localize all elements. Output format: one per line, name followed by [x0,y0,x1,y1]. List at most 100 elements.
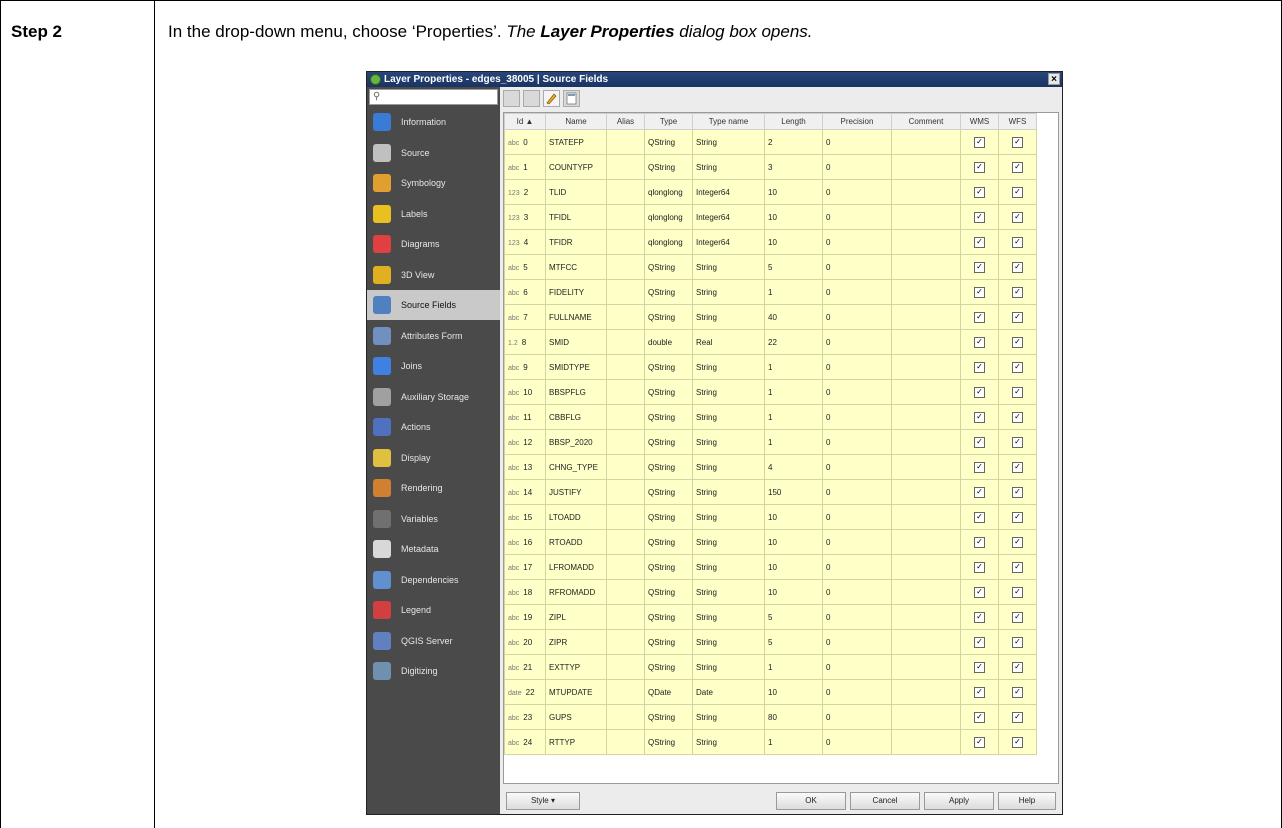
field-length[interactable]: 40 [764,304,823,330]
field-comment[interactable] [891,504,961,530]
field-type-name[interactable]: String [692,154,765,180]
sidebar-item-symbology[interactable]: Symbology [367,168,500,198]
field-precision[interactable]: 0 [822,229,892,255]
field-name[interactable]: CBBFLG [545,404,607,430]
field-name[interactable]: JUSTIFY [545,479,607,505]
field-alias[interactable] [606,654,645,680]
column-header[interactable]: WMS [960,113,999,130]
wms-checkbox[interactable]: ✓ [974,736,985,748]
field-type[interactable]: QString [644,404,693,430]
field-type-name[interactable]: String [692,704,765,730]
field-alias[interactable] [606,154,645,180]
field-type-name[interactable]: String [692,379,765,405]
field-alias[interactable] [606,354,645,380]
ok-button[interactable]: OK [776,792,846,810]
field-alias[interactable] [606,229,645,255]
wms-checkbox[interactable]: ✓ [974,636,985,648]
field-alias[interactable] [606,679,645,705]
dialog-titlebar[interactable]: Layer Properties - edges_38005 | Source … [367,72,1062,87]
field-alias[interactable] [606,629,645,655]
column-header[interactable]: Name [545,113,607,130]
field-precision[interactable]: 0 [822,404,892,430]
field-type-name[interactable]: Real [692,329,765,355]
wms-checkbox[interactable]: ✓ [974,461,985,473]
wfs-checkbox[interactable]: ✓ [1012,361,1023,373]
field-length[interactable]: 10 [764,554,823,580]
field-name[interactable]: GUPS [545,704,607,730]
table-row[interactable]: abc 23 GUPS QString String 80 0 ✓ ✓ [504,704,1037,730]
field-alias[interactable] [606,579,645,605]
table-row[interactable]: abc 18 RFROMADD QString String 10 0 ✓ ✓ [504,579,1037,605]
field-type[interactable]: QString [644,429,693,455]
wms-checkbox[interactable]: ✓ [974,286,985,298]
close-button[interactable]: × [1048,73,1060,85]
wms-checkbox[interactable]: ✓ [974,486,985,498]
field-alias[interactable] [606,254,645,280]
field-type[interactable]: QString [644,604,693,630]
sidebar-item-metadata[interactable]: Metadata [367,534,500,564]
field-alias[interactable] [606,329,645,355]
field-type[interactable]: double [644,329,693,355]
field-precision[interactable]: 0 [822,554,892,580]
table-row[interactable]: abc 0 STATEFP QString String 2 0 ✓ ✓ [504,129,1037,155]
column-header[interactable]: Comment [891,113,961,130]
field-type-name[interactable]: String [692,254,765,280]
field-type-name[interactable]: String [692,554,765,580]
wfs-checkbox[interactable]: ✓ [1012,711,1023,723]
field-precision[interactable]: 0 [822,304,892,330]
field-name[interactable]: BBSPFLG [545,379,607,405]
wms-checkbox[interactable]: ✓ [974,586,985,598]
field-type[interactable]: QString [644,504,693,530]
field-alias[interactable] [606,404,645,430]
sidebar-item-digitizing[interactable]: Digitizing [367,656,500,686]
field-type[interactable]: QString [644,729,693,755]
apply-button[interactable]: Apply [924,792,994,810]
field-type[interactable]: QString [644,304,693,330]
table-row[interactable]: 123 4 TFIDR qlonglong Integer64 10 0 ✓ ✓ [504,229,1037,255]
help-button[interactable]: Help [998,792,1056,810]
field-alias[interactable] [606,479,645,505]
field-type[interactable]: QString [644,354,693,380]
sidebar-item-legend[interactable]: Legend [367,595,500,625]
field-precision[interactable]: 0 [822,204,892,230]
field-name[interactable]: RFROMADD [545,579,607,605]
field-precision[interactable]: 0 [822,329,892,355]
field-precision[interactable]: 0 [822,154,892,180]
sidebar-item-source-fields[interactable]: Source Fields [367,290,500,320]
wfs-checkbox[interactable]: ✓ [1012,586,1023,598]
field-length[interactable]: 4 [764,454,823,480]
wms-checkbox[interactable]: ✓ [974,686,985,698]
field-name[interactable]: MTUPDATE [545,679,607,705]
field-type-name[interactable]: String [692,654,765,680]
sidebar-item-diagrams[interactable]: Diagrams [367,229,500,259]
field-comment[interactable] [891,629,961,655]
wfs-checkbox[interactable]: ✓ [1012,236,1023,248]
wfs-checkbox[interactable]: ✓ [1012,336,1023,348]
wfs-checkbox[interactable]: ✓ [1012,511,1023,523]
table-row[interactable]: abc 11 CBBFLG QString String 1 0 ✓ ✓ [504,404,1037,430]
field-type-name[interactable]: String [692,604,765,630]
field-comment[interactable] [891,604,961,630]
field-name[interactable]: FULLNAME [545,304,607,330]
wms-checkbox[interactable]: ✓ [974,536,985,548]
field-type-name[interactable]: String [692,304,765,330]
fields-table-container[interactable]: Id ▲ Name Alias Type Type name Length Precisio… [503,112,1059,784]
field-type[interactable]: QString [644,479,693,505]
wms-checkbox[interactable]: ✓ [974,436,985,448]
sidebar-item-information[interactable]: Information [367,107,500,137]
sidebar-item-display[interactable]: Display [367,443,500,473]
field-length[interactable]: 150 [764,479,823,505]
wms-checkbox[interactable]: ✓ [974,161,985,173]
wms-checkbox[interactable]: ✓ [974,386,985,398]
field-type[interactable]: QString [644,279,693,305]
field-name[interactable]: STATEFP [545,129,607,155]
column-header[interactable]: Id ▲ [504,113,546,130]
field-type-name[interactable]: String [692,504,765,530]
field-type[interactable]: qlonglong [644,204,693,230]
column-header[interactable]: Length [764,113,823,130]
field-precision[interactable]: 0 [822,279,892,305]
field-length[interactable]: 1 [764,354,823,380]
field-length[interactable]: 22 [764,329,823,355]
table-row[interactable]: date 22 MTUPDATE QDate Date 10 0 ✓ ✓ [504,679,1037,705]
field-type-name[interactable]: String [692,129,765,155]
